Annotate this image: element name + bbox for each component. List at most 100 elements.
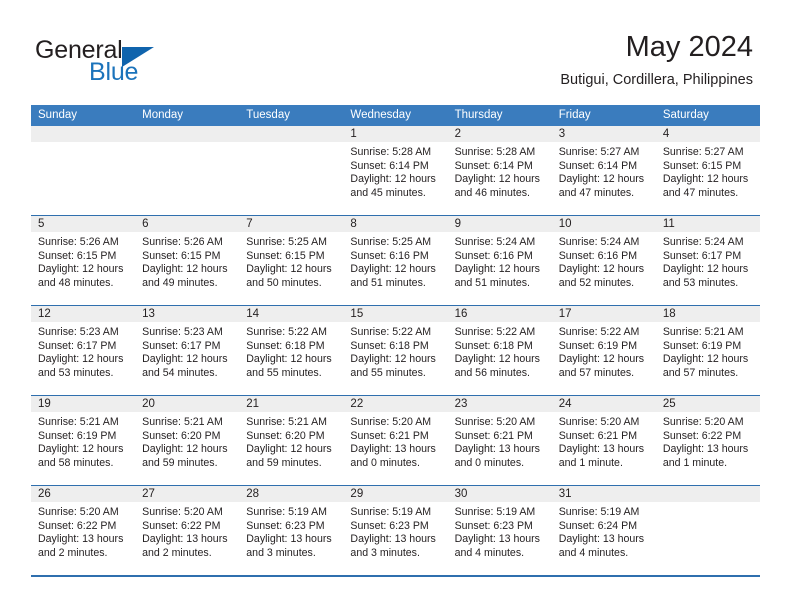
daylight-line: Daylight: 12 hours (38, 353, 124, 366)
day-cell-empty (655, 485, 760, 575)
weekday-header-thursday: Thursday (447, 105, 552, 126)
day-cell[interactable]: 3 Sunrise: 5:27 AM Sunset: 6:14 PM Daylight… (551, 126, 656, 216)
location-subtitle: Butigui, Cordillera, Philippines (560, 72, 753, 88)
day-cell[interactable]: 7 Sunrise: 5:25 AM Sunset: 6:15 PM Daylight… (239, 215, 344, 306)
day-cell[interactable]: 30 Sunrise: 5:19 AM Sunset: 6:23 PM Dayligh… (447, 485, 552, 575)
daylight-line-cont: and 52 minutes. (558, 276, 635, 289)
sunset-line: Sunset: 6:20 PM (246, 429, 325, 442)
day-details: Sunrise: 5:22 AM Sunset: 6:18 PM Daylight:… (343, 322, 447, 380)
day-number: 2 (447, 126, 552, 142)
sunset-line: Sunset: 6:19 PM (558, 339, 638, 352)
day-cell[interactable]: 6 Sunrise: 5:26 AM Sunset: 6:15 PM Daylight… (135, 215, 240, 306)
day-cell[interactable]: 5 Sunrise: 5:26 AM Sunset: 6:15 PM Daylight… (31, 215, 136, 306)
sunrise-line: Sunrise: 5:24 AM (558, 236, 640, 248)
sunset-line: Sunset: 6:14 PM (350, 159, 429, 172)
day-details: Sunrise: 5:24 AM Sunset: 6:17 PM Daylight:… (656, 232, 760, 290)
day-cell[interactable]: 28 Sunrise: 5:19 AM Sunset: 6:23 PM Dayligh… (239, 485, 344, 575)
daylight-line: Daylight: 13 hours (454, 533, 540, 546)
daylight-line-cont: and 47 minutes. (662, 186, 739, 199)
day-cell[interactable]: 10 Sunrise: 5:24 AM Sunset: 6:16 PM Dayligh… (551, 215, 656, 306)
day-cell[interactable]: 26 Sunrise: 5:20 AM Sunset: 6:22 PM Dayligh… (31, 485, 136, 575)
day-details: Sunrise: 5:21 AM Sunset: 6:20 PM Daylight:… (239, 412, 343, 470)
day-cell-empty (31, 126, 136, 216)
day-number (655, 486, 760, 502)
calendar-week-row: 1 Sunrise: 5:28 AM Sunset: 6:14 PM Daylight… (31, 126, 760, 216)
day-cell[interactable]: 12 Sunrise: 5:23 AM Sunset: 6:17 PM Dayligh… (31, 305, 136, 396)
day-cell[interactable]: 31 Sunrise: 5:19 AM Sunset: 6:24 PM Dayligh… (551, 485, 656, 575)
day-number: 12 (31, 306, 136, 322)
day-details: Sunrise: 5:23 AM Sunset: 6:17 PM Daylight:… (31, 322, 135, 380)
daylight-line: Daylight: 12 hours (558, 353, 645, 366)
sunrise-line: Sunrise: 5:20 AM (454, 416, 536, 428)
daylight-line-cont: and 51 minutes. (454, 276, 530, 289)
daylight-line-cont: and 0 minutes. (454, 456, 525, 469)
daylight-line: Daylight: 13 hours (38, 533, 124, 546)
general-blue-logo[interactable]: General Blue (35, 36, 265, 88)
sunrise-line: Sunrise: 5:23 AM (142, 326, 223, 338)
daylight-line-cont: and 57 minutes. (558, 366, 635, 379)
day-cell[interactable]: 24 Sunrise: 5:20 AM Sunset: 6:21 PM Dayligh… (551, 395, 656, 486)
sunset-line: Sunset: 6:21 PM (350, 429, 429, 442)
day-details: Sunrise: 5:20 AM Sunset: 6:21 PM Daylight:… (552, 412, 656, 470)
sunrise-line: Sunrise: 5:22 AM (454, 326, 536, 338)
sunrise-line: Sunrise: 5:19 AM (350, 506, 432, 518)
sunset-line: Sunset: 6:19 PM (662, 339, 742, 352)
daylight-line: Daylight: 12 hours (38, 263, 124, 276)
day-cell[interactable]: 20 Sunrise: 5:21 AM Sunset: 6:20 PM Dayligh… (135, 395, 240, 486)
day-cell[interactable]: 29 Sunrise: 5:19 AM Sunset: 6:23 PM Dayligh… (343, 485, 448, 575)
day-details: Sunrise: 5:25 AM Sunset: 6:16 PM Daylight:… (343, 232, 447, 290)
daylight-line-cont: and 50 minutes. (246, 276, 322, 289)
sunset-line: Sunset: 6:16 PM (454, 249, 533, 262)
sunset-line: Sunset: 6:18 PM (350, 339, 429, 352)
day-cell[interactable]: 11 Sunrise: 5:24 AM Sunset: 6:17 PM Dayligh… (655, 215, 760, 306)
sunrise-line: Sunrise: 5:28 AM (350, 146, 432, 158)
daylight-line: Daylight: 12 hours (246, 263, 332, 276)
day-number (135, 126, 240, 142)
day-cell[interactable]: 23 Sunrise: 5:20 AM Sunset: 6:21 PM Dayligh… (447, 395, 552, 486)
day-details: Sunrise: 5:26 AM Sunset: 6:15 PM Daylight:… (31, 232, 135, 290)
day-number: 22 (343, 396, 448, 412)
sunrise-line: Sunrise: 5:21 AM (38, 416, 119, 428)
sunrise-line: Sunrise: 5:24 AM (454, 236, 536, 248)
day-cell[interactable]: 21 Sunrise: 5:21 AM Sunset: 6:20 PM Dayligh… (239, 395, 344, 486)
day-details: Sunrise: 5:22 AM Sunset: 6:18 PM Daylight:… (448, 322, 552, 380)
daylight-line: Daylight: 12 hours (454, 353, 540, 366)
sunrise-line: Sunrise: 5:20 AM (558, 416, 640, 428)
day-cell[interactable]: 9 Sunrise: 5:24 AM Sunset: 6:16 PM Daylight… (447, 215, 552, 306)
daylight-line-cont: and 49 minutes. (142, 276, 218, 289)
daylight-line-cont: and 55 minutes. (246, 366, 322, 379)
day-number: 27 (135, 486, 240, 502)
sunrise-line: Sunrise: 5:21 AM (246, 416, 327, 428)
day-cell[interactable]: 25 Sunrise: 5:20 AM Sunset: 6:22 PM Dayligh… (655, 395, 760, 486)
day-cell[interactable]: 15 Sunrise: 5:22 AM Sunset: 6:18 PM Dayligh… (343, 305, 448, 396)
calendar-head: Sunday Monday Tuesday Wednesday Thursday… (31, 105, 760, 126)
day-cell[interactable]: 13 Sunrise: 5:23 AM Sunset: 6:17 PM Dayligh… (135, 305, 240, 396)
day-number: 8 (343, 216, 448, 232)
sunset-line: Sunset: 6:16 PM (350, 249, 429, 262)
day-cell[interactable]: 19 Sunrise: 5:21 AM Sunset: 6:19 PM Dayligh… (31, 395, 136, 486)
day-number: 4 (655, 126, 760, 142)
daylight-line-cont: and 47 minutes. (558, 186, 635, 199)
daylight-line-cont: and 3 minutes. (246, 546, 316, 559)
day-cell[interactable]: 16 Sunrise: 5:22 AM Sunset: 6:18 PM Dayligh… (447, 305, 552, 396)
day-cell[interactable]: 18 Sunrise: 5:21 AM Sunset: 6:19 PM Dayligh… (655, 305, 760, 396)
daylight-line: Daylight: 12 hours (246, 353, 332, 366)
day-number: 7 (239, 216, 344, 232)
sunrise-line: Sunrise: 5:20 AM (662, 416, 744, 428)
daylight-line-cont: and 2 minutes. (142, 546, 212, 559)
day-cell[interactable]: 27 Sunrise: 5:20 AM Sunset: 6:22 PM Dayligh… (135, 485, 240, 575)
day-cell[interactable]: 14 Sunrise: 5:22 AM Sunset: 6:18 PM Dayligh… (239, 305, 344, 396)
sunrise-line: Sunrise: 5:19 AM (454, 506, 536, 518)
day-cell[interactable]: 4 Sunrise: 5:27 AM Sunset: 6:15 PM Daylight… (655, 126, 760, 216)
day-details: Sunrise: 5:23 AM Sunset: 6:17 PM Daylight:… (135, 322, 239, 380)
day-number: 17 (551, 306, 656, 322)
daylight-line-cont: and 46 minutes. (454, 186, 530, 199)
day-cell[interactable]: 22 Sunrise: 5:20 AM Sunset: 6:21 PM Dayligh… (343, 395, 448, 486)
day-cell[interactable]: 17 Sunrise: 5:22 AM Sunset: 6:19 PM Dayligh… (551, 305, 656, 396)
day-cell[interactable]: 1 Sunrise: 5:28 AM Sunset: 6:14 PM Daylight… (343, 126, 448, 216)
day-number: 19 (31, 396, 136, 412)
daylight-line: Daylight: 12 hours (350, 263, 436, 276)
day-cell[interactable]: 8 Sunrise: 5:25 AM Sunset: 6:16 PM Daylight… (343, 215, 448, 306)
day-cell[interactable]: 2 Sunrise: 5:28 AM Sunset: 6:14 PM Daylight… (447, 126, 552, 216)
sunrise-line: Sunrise: 5:24 AM (662, 236, 744, 248)
